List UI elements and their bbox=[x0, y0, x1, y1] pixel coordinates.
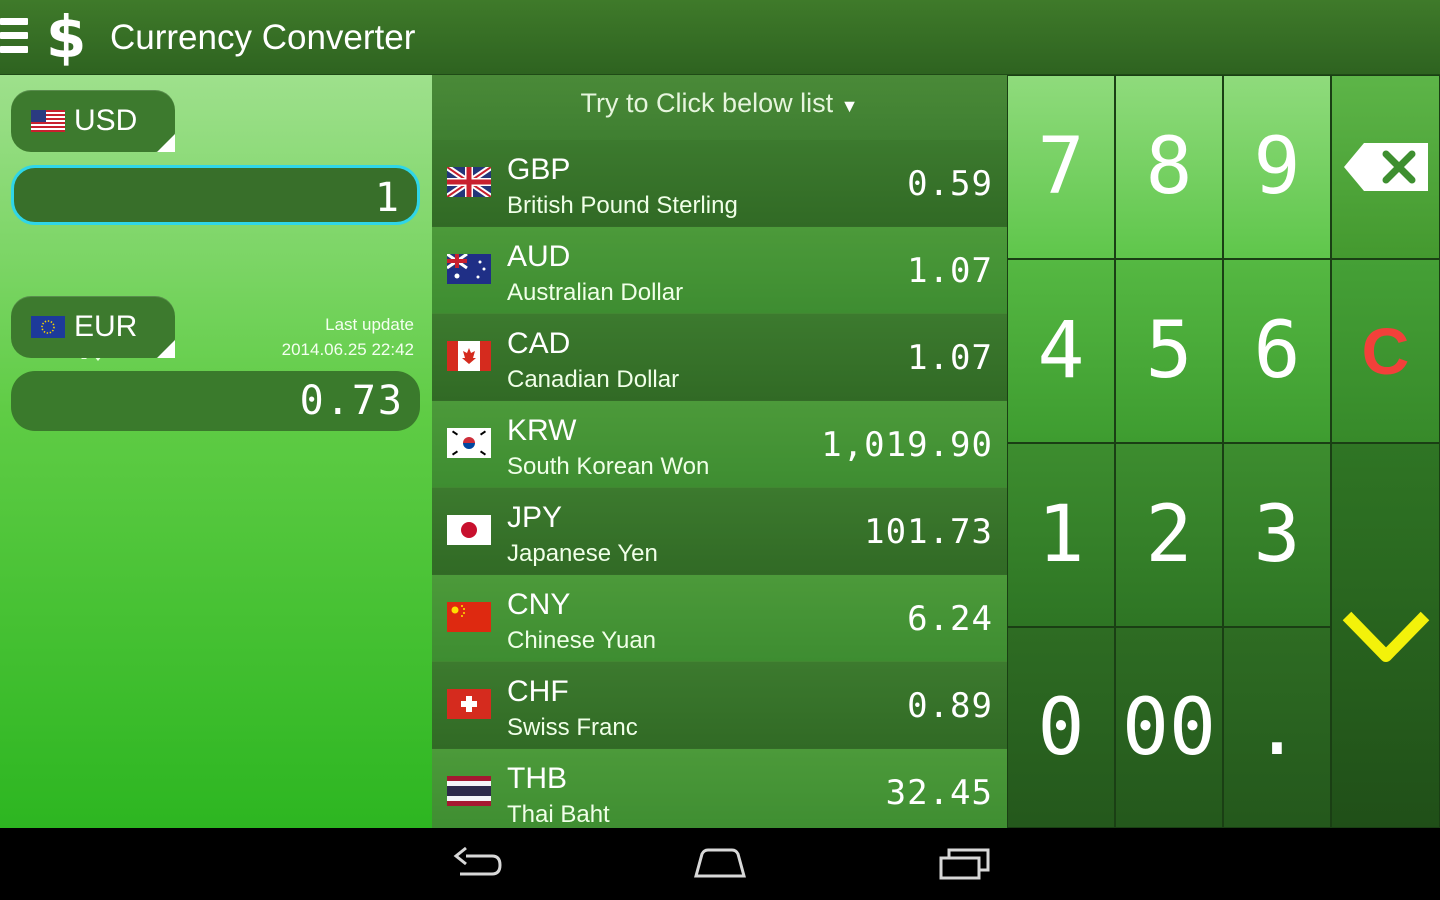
currency-name: Japanese Yen bbox=[507, 540, 658, 567]
us-flag-icon bbox=[31, 110, 65, 132]
key-7[interactable]: 7 bbox=[1007, 75, 1115, 259]
key-1[interactable]: 1 bbox=[1007, 443, 1115, 627]
dropdown-corner-icon bbox=[157, 340, 175, 358]
key-5[interactable]: 5 bbox=[1115, 259, 1223, 443]
currency-row-cny[interactable]: CNY Chinese Yuan 6.24 bbox=[432, 575, 1007, 662]
key-label: 6 bbox=[1253, 306, 1301, 396]
key-2[interactable]: 2 bbox=[1115, 443, 1223, 627]
currency-code: JPY bbox=[507, 501, 563, 534]
action-bar: $ Currency Converter bbox=[0, 0, 1440, 75]
th-flag-icon bbox=[447, 776, 491, 806]
list-header-text: Try to Click below list bbox=[580, 88, 834, 118]
currency-code: AUD bbox=[507, 240, 571, 273]
gb-flag-icon bbox=[447, 167, 491, 197]
currency-code: CAD bbox=[507, 327, 571, 360]
currency-rate: 1.07 bbox=[907, 338, 993, 378]
eu-flag-icon bbox=[31, 316, 65, 338]
currency-rate: 32.45 bbox=[885, 773, 993, 813]
currency-list: Try to Click below list ▼ GBP British Po… bbox=[432, 75, 1007, 828]
currency-code: CNY bbox=[507, 588, 571, 621]
key-00[interactable]: 00 bbox=[1115, 627, 1223, 828]
key-label: 1 bbox=[1037, 490, 1085, 580]
last-update-label: Last update bbox=[325, 315, 414, 334]
key-label: 0 bbox=[1037, 682, 1085, 773]
confirm-button[interactable] bbox=[1331, 443, 1440, 828]
clear-button[interactable]: C bbox=[1331, 259, 1440, 443]
checkmark-icon bbox=[1342, 611, 1429, 662]
backspace-button[interactable] bbox=[1331, 75, 1440, 259]
list-header[interactable]: Try to Click below list ▼ bbox=[432, 75, 1007, 140]
key-label: 7 bbox=[1037, 122, 1085, 212]
key-label: 5 bbox=[1145, 306, 1193, 396]
dropdown-corner-icon bbox=[157, 134, 175, 152]
currency-row-krw[interactable]: KRW South Korean Won 1,019.90 bbox=[432, 401, 1007, 488]
au-flag-icon bbox=[447, 254, 491, 284]
cn-flag-icon bbox=[447, 602, 491, 632]
currency-row-chf[interactable]: CHF Swiss Franc 0.89 bbox=[432, 662, 1007, 749]
currency-name: South Korean Won bbox=[507, 453, 710, 480]
from-currency-code: USD bbox=[74, 104, 138, 137]
currency-name: Australian Dollar bbox=[507, 279, 684, 306]
app-title: Currency Converter bbox=[110, 18, 416, 57]
to-amount-field: 0.73 bbox=[11, 371, 420, 431]
currency-name: Canadian Dollar bbox=[507, 366, 680, 393]
ch-flag-icon bbox=[447, 689, 491, 719]
currency-rate: 0.89 bbox=[907, 686, 993, 726]
currency-code: CHF bbox=[507, 675, 569, 708]
currency-name: Chinese Yuan bbox=[507, 627, 657, 654]
key-6[interactable]: 6 bbox=[1223, 259, 1331, 443]
key-label: 9 bbox=[1253, 122, 1301, 212]
currency-rate: 1,019.90 bbox=[821, 425, 993, 465]
clear-label: C bbox=[1361, 314, 1410, 388]
system-nav-bar bbox=[0, 828, 1440, 900]
key-label: 8 bbox=[1145, 122, 1193, 212]
to-amount-value: 0.73 bbox=[299, 378, 404, 424]
kr-flag-icon bbox=[447, 428, 491, 458]
currency-name: Thai Baht bbox=[507, 801, 610, 828]
currency-code: GBP bbox=[507, 153, 571, 186]
from-currency-button[interactable]: USD bbox=[11, 90, 175, 152]
key-label: 2 bbox=[1145, 490, 1193, 580]
key-decimal[interactable]: . bbox=[1223, 627, 1331, 828]
key-3[interactable]: 3 bbox=[1223, 443, 1331, 627]
backspace-icon bbox=[1343, 143, 1428, 191]
currency-row-thb[interactable]: THB Thai Baht 32.45 bbox=[432, 749, 1007, 828]
currency-row-aud[interactable]: AUD Australian Dollar 1.07 bbox=[432, 227, 1007, 314]
to-currency-code: EUR bbox=[74, 310, 138, 343]
currency-name: British Pound Sterling bbox=[507, 192, 738, 219]
key-label: 4 bbox=[1037, 306, 1085, 396]
ca-flag-icon bbox=[447, 341, 491, 371]
last-update-time: 2014.06.25 22:42 bbox=[281, 340, 414, 359]
key-label: 00 bbox=[1122, 682, 1216, 773]
from-amount-value: 1 bbox=[374, 175, 401, 221]
key-label: 3 bbox=[1253, 490, 1301, 580]
currency-row-jpy[interactable]: JPY Japanese Yen 101.73 bbox=[432, 488, 1007, 575]
currency-code: KRW bbox=[507, 414, 577, 447]
home-icon[interactable] bbox=[692, 846, 748, 882]
key-label: . bbox=[1253, 682, 1301, 773]
currency-code: THB bbox=[507, 762, 567, 795]
currency-rate: 1.07 bbox=[907, 251, 993, 291]
from-amount-field[interactable]: 1 bbox=[11, 165, 420, 225]
keypad: 7 8 9 4 5 6 C 1 2 3 0 00 . bbox=[1007, 75, 1440, 828]
dropdown-arrow-icon: ▼ bbox=[840, 96, 859, 116]
app-logo: $ bbox=[46, 3, 87, 71]
currency-rate: 101.73 bbox=[864, 512, 993, 552]
currency-row-cad[interactable]: CAD Canadian Dollar 1.07 bbox=[432, 314, 1007, 401]
key-0[interactable]: 0 bbox=[1007, 627, 1115, 828]
jp-flag-icon bbox=[447, 515, 491, 545]
to-currency-button[interactable]: EUR bbox=[11, 296, 175, 358]
menu-icon[interactable] bbox=[0, 18, 30, 60]
back-icon[interactable] bbox=[452, 846, 504, 882]
currency-row-gbp[interactable]: GBP British Pound Sterling 0.59 bbox=[432, 140, 1007, 227]
key-9[interactable]: 9 bbox=[1223, 75, 1331, 259]
recent-apps-icon[interactable] bbox=[938, 846, 992, 882]
currency-rate: 0.59 bbox=[907, 164, 993, 204]
key-4[interactable]: 4 bbox=[1007, 259, 1115, 443]
currency-rate: 6.24 bbox=[907, 599, 993, 639]
currency-name: Swiss Franc bbox=[507, 714, 638, 741]
converter-panel: USD 1 Last update 2014.06.25 22:42 EUR 0… bbox=[0, 75, 432, 828]
key-8[interactable]: 8 bbox=[1115, 75, 1223, 259]
